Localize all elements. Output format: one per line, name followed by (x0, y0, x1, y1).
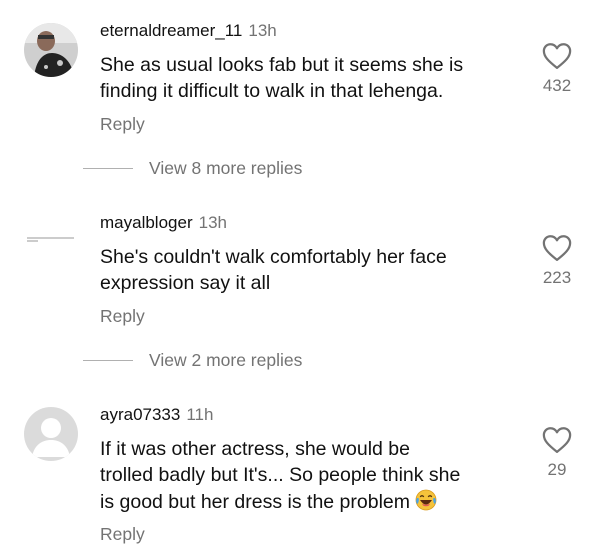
view-more-replies-label: View 8 more replies (149, 158, 303, 178)
comment-meta: eternaldreamer_11 13h (100, 21, 277, 41)
default-user-icon (24, 407, 78, 461)
comment-text-line: If it was other actress, she would be (100, 438, 410, 460)
comment-text-line: finding it difficult to walk in that leh… (100, 80, 444, 102)
like-count: 223 (542, 268, 572, 287)
comment-text-line: She as usual looks fab but it seems she … (100, 54, 464, 76)
user-photo-icon (24, 23, 78, 77)
reply-button[interactable]: Reply (100, 306, 145, 327)
heart-icon[interactable] (542, 42, 572, 70)
comment-text-line: trolled badly but It's... So people thin… (100, 464, 461, 486)
comment-meta: ayra07333 11h (100, 405, 213, 425)
avatar[interactable] (24, 407, 78, 461)
heart-icon[interactable] (542, 426, 572, 454)
like-group: 432 (538, 42, 576, 96)
username[interactable]: eternaldreamer_11 (100, 21, 242, 40)
laughing-tears-emoji-icon (415, 489, 437, 511)
comment-text-line: is good but her dress is the problem (100, 491, 411, 513)
like-group: 29 (538, 426, 576, 480)
heart-icon[interactable] (542, 234, 572, 262)
view-more-replies[interactable]: View 2 more replies (83, 350, 302, 371)
timestamp: 13h (198, 213, 227, 232)
reply-button[interactable]: Reply (100, 114, 145, 135)
like-count: 432 (542, 76, 572, 95)
avatar[interactable] (24, 23, 78, 77)
view-more-replies[interactable]: View 8 more replies (83, 158, 302, 179)
timestamp: 11h (186, 405, 214, 424)
username[interactable]: ayra07333 (100, 405, 180, 424)
comment-meta: mayalbloger 13h (100, 213, 227, 233)
comment-text: She as usual looks fab but it seems she … (100, 52, 520, 104)
comment-text: If it was other actress, she would be tr… (100, 436, 520, 515)
text-image-avatar-icon (24, 213, 78, 267)
divider-line (83, 360, 133, 361)
like-group: 223 (538, 234, 576, 288)
timestamp: 13h (248, 21, 277, 40)
like-count: 29 (547, 460, 567, 479)
comment-text-line: She's couldn't walk comfortably her face (100, 246, 447, 268)
reply-button[interactable]: Reply (100, 524, 145, 545)
view-more-replies-label: View 2 more replies (149, 350, 303, 370)
username[interactable]: mayalbloger (100, 213, 193, 232)
divider-line (83, 168, 133, 169)
avatar[interactable] (24, 213, 78, 267)
comment-text: She's couldn't walk comfortably her face… (100, 244, 520, 296)
comment-text-line: expression say it all (100, 272, 271, 294)
comment-text-line-last: is good but her dress is the problem (100, 488, 520, 515)
